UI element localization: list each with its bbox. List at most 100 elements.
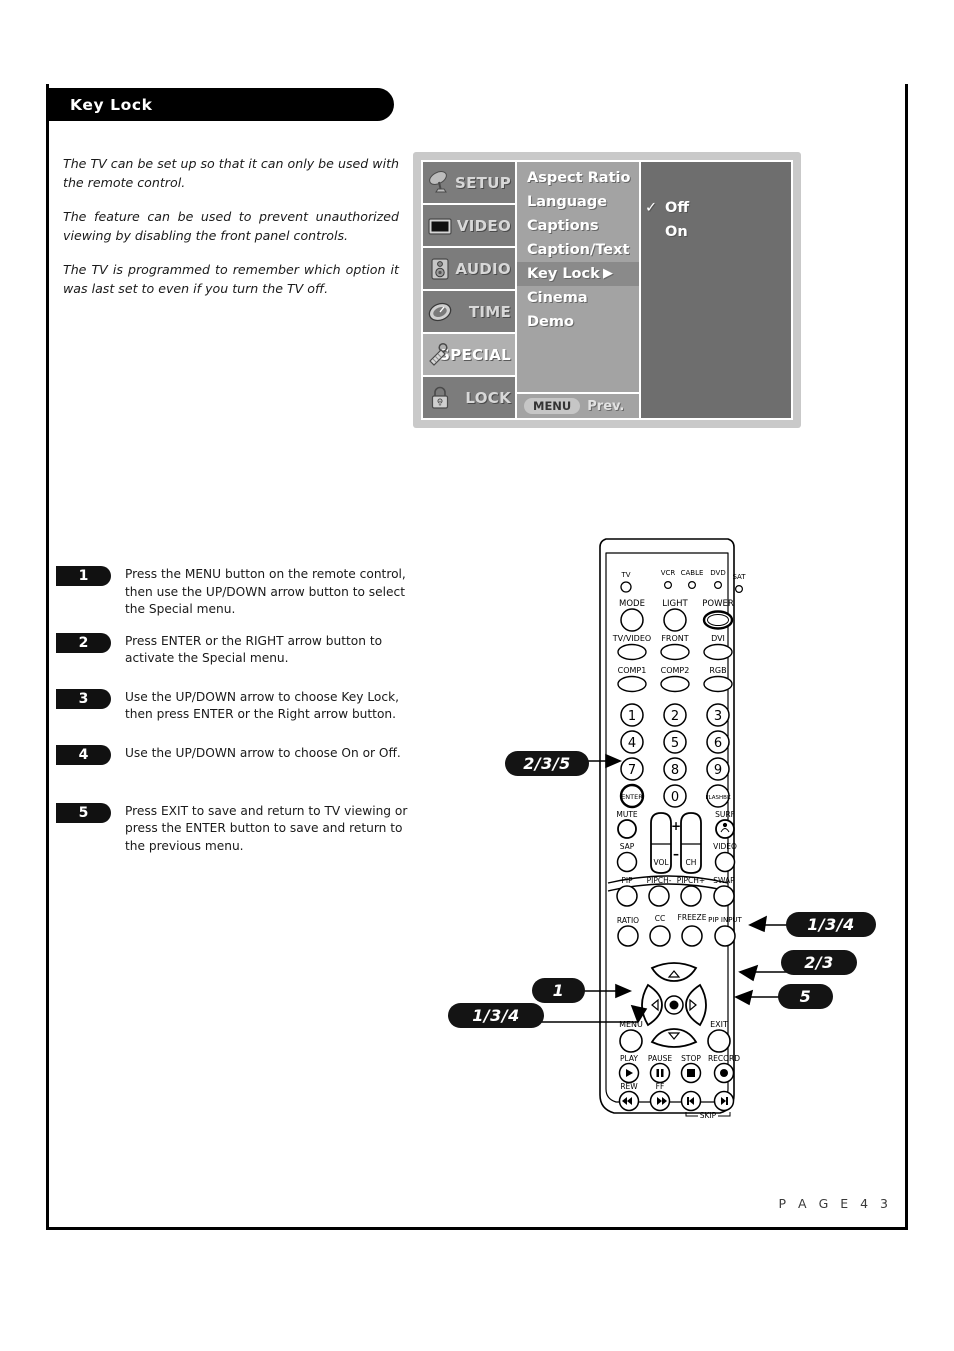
step-number-badge: 1 (56, 566, 111, 586)
step-number-badge: 4 (56, 744, 111, 765)
flashbk-button-label: FLASHBK (705, 795, 731, 801)
step-text: Use the UP/DOWN arrow to choose Key Lock… (125, 689, 400, 722)
page-title: Key Lock (70, 95, 153, 114)
svg-text:7: 7 (628, 763, 636, 778)
svg-text:1: 1 (628, 709, 636, 724)
intro-paragraph-3: The TV is programmed to remember which o… (63, 262, 399, 296)
option-on[interactable]: On (665, 224, 688, 240)
label-ch: CH (686, 858, 697, 867)
stop-icon (687, 1069, 695, 1077)
chevron-right-icon: ▶ (603, 266, 613, 281)
step-text: Press EXIT to save and return to TV view… (125, 803, 408, 853)
led-label-dvd: DVD (710, 569, 725, 577)
ratio-button (617, 925, 639, 947)
label-stop: STOP (681, 1054, 701, 1063)
menu-item-caption-text[interactable]: Caption/Text (517, 238, 639, 262)
menu-item-captions[interactable]: Captions (517, 214, 639, 238)
led-tv (620, 581, 632, 593)
sidebar-item-label: TIME (468, 302, 511, 321)
led-cable (688, 580, 697, 589)
checkmark-icon: ✓ (645, 200, 658, 216)
label-vol: VOL (653, 858, 669, 867)
page-footer: P A G E 4 3 (778, 1196, 892, 1211)
rgb-button (703, 675, 733, 693)
label-light: LIGHT (662, 599, 688, 609)
label-comp1: COMP1 (618, 666, 647, 675)
label-pip: PIP (621, 876, 633, 885)
osd-options-panel: ✓ Off On (641, 160, 793, 420)
osd-menu-footer: MENU Prev. (517, 392, 639, 418)
power-button-inner (707, 614, 729, 626)
tv-video-button (617, 643, 647, 661)
callout-down-arrow: 1/3/4 (448, 1003, 544, 1028)
arrowhead-exit (734, 989, 754, 1006)
cc-button (649, 925, 671, 947)
speaker-icon (427, 256, 453, 282)
step-text: Use the UP/DOWN arrow to choose On or Of… (125, 745, 401, 760)
led-sat (735, 584, 744, 593)
led-vcr (664, 580, 673, 589)
label-pip-input: PIP INPUT (708, 916, 742, 924)
label-cc: CC (655, 914, 665, 923)
callout-exit: 5 (778, 984, 833, 1009)
comp1-button (617, 675, 647, 693)
label-sap: SAP (620, 842, 635, 851)
menu-key-badge[interactable]: MENU (524, 398, 581, 414)
svg-text:9: 9 (714, 763, 722, 778)
label-mode: MODE (619, 599, 645, 609)
freeze-button (681, 925, 703, 947)
step-5: 5 Press EXIT to save and return to TV vi… (56, 802, 416, 856)
callout-up-arrow: 1/3/4 (786, 912, 876, 937)
menu-item-label: Caption/Text (527, 242, 630, 258)
label-mute: MUTE (616, 810, 638, 819)
step-text: Press the MENU button on the remote cont… (125, 567, 406, 617)
menu-button (619, 1029, 643, 1053)
sidebar-item-audio[interactable]: AUDIO (423, 248, 515, 291)
sidebar-item-special[interactable]: SPECIAL (423, 334, 515, 377)
label-skip: SKIP (700, 1111, 717, 1120)
label-rgb: RGB (709, 666, 726, 675)
label-ff: FF (656, 1082, 665, 1091)
swap-button (713, 885, 735, 907)
menu-item-label: Language (527, 194, 608, 210)
menu-item-demo[interactable]: Demo (517, 310, 639, 334)
menu-item-label: Key Lock (527, 266, 600, 282)
mode-button (620, 608, 644, 632)
sidebar-item-lock[interactable]: LOCK (423, 377, 515, 418)
sidebar-item-setup[interactable]: SETUP (423, 162, 515, 205)
label-play: PLAY (620, 1054, 638, 1063)
menu-item-label: Demo (527, 314, 574, 330)
exit-button (707, 1029, 731, 1053)
option-off[interactable]: ✓ Off (645, 200, 689, 216)
pause-button (649, 1062, 671, 1084)
sidebar-item-video[interactable]: VIDEO (423, 205, 515, 248)
led-label-vcr: VCR (661, 569, 676, 577)
sidebar-item-time[interactable]: TIME (423, 291, 515, 334)
label-front: FRONT (661, 634, 688, 643)
led-label-sat: SAT (732, 573, 746, 581)
menu-item-key-lock[interactable]: Key Lock ▶ (517, 262, 639, 286)
menu-item-language[interactable]: Language (517, 190, 639, 214)
arrowhead-up (748, 915, 768, 933)
menu-item-aspect-ratio[interactable]: Aspect Ratio (517, 166, 639, 190)
comp2-button (660, 675, 690, 693)
sidebar-item-label: AUDIO (455, 259, 511, 278)
menu-item-label: Captions (527, 218, 599, 234)
osd-sidebar: SETUP VIDEO AUDIO TIME SPECIAL LOCK (421, 160, 517, 420)
svg-text:4: 4 (628, 736, 636, 751)
menu-item-label: Aspect Ratio (527, 170, 631, 186)
label-swap: SWAP (713, 876, 735, 885)
intro-paragraph-1: The TV can be set up so that it can only… (63, 156, 399, 190)
label-pipch-minus: PIPCH- (647, 876, 672, 885)
menu-item-label: Cinema (527, 290, 588, 306)
plus-sign: + (671, 819, 681, 833)
svg-text:5: 5 (671, 736, 679, 751)
led-label-tv: TV (620, 571, 630, 579)
record-icon (720, 1069, 728, 1077)
clock-icon (427, 299, 453, 325)
menu-item-cinema[interactable]: Cinema (517, 286, 639, 310)
label-pause: PAUSE (648, 1054, 672, 1063)
pause-icon (656, 1069, 659, 1077)
minus-sign: – (673, 847, 679, 861)
padlock-icon (427, 385, 453, 411)
